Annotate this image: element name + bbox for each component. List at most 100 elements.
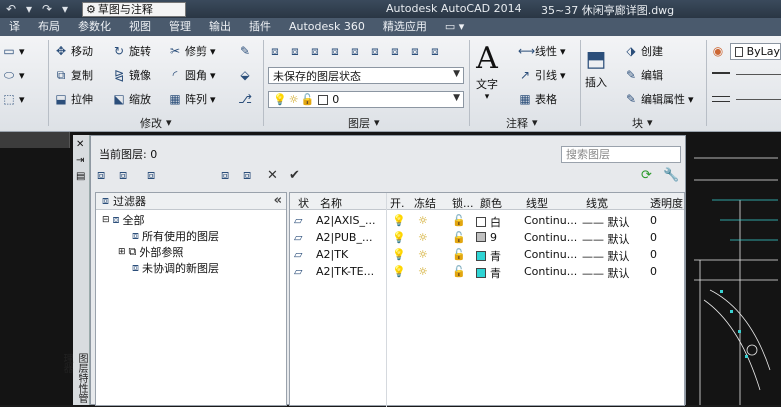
layer-linetype[interactable]: Continu... <box>524 248 577 261</box>
layer-lineweight[interactable]: —— 默认 <box>582 265 630 281</box>
leader-button[interactable]: ↗ 引线 ▾ <box>518 66 566 84</box>
edit-attributes-button[interactable]: ✎ 编辑属性 ▾ <box>624 90 694 108</box>
current-layer-dropdown[interactable]: 💡 ☼ 🔓 0 ▼ <box>268 91 464 108</box>
layer-lineweight[interactable]: —— 默认 <box>582 214 630 230</box>
new-property-filter-icon[interactable]: ⧈ <box>97 168 105 183</box>
layer-group-label[interactable]: 图层 ▾ <box>348 115 380 130</box>
tree-node-all[interactable]: ⊟ ⧈ 全部 <box>102 212 145 227</box>
move-button[interactable]: ✥ 移动 <box>54 42 93 60</box>
sun-icon[interactable]: ☼ <box>418 214 428 227</box>
layer-walk-icon[interactable]: ⧈ <box>428 44 442 59</box>
match-properties-icon[interactable]: ◉ <box>711 42 725 60</box>
refresh-icon[interactable]: ⟳ <box>641 168 652 183</box>
col-freeze[interactable]: 冻结 <box>414 195 436 211</box>
ellipse-icon[interactable]: ⬭ ▾ <box>2 66 25 84</box>
tab-layout[interactable]: 布局 <box>29 18 69 36</box>
tab-view[interactable]: 视图 <box>120 18 160 36</box>
layer-manager-title-strip[interactable]: ✕ ⇥ ▤ 图层特性管理器 <box>61 135 90 405</box>
layer-transparency[interactable]: 0 <box>650 265 657 278</box>
layer-lineweight[interactable]: —— 默认 <box>582 248 630 264</box>
undo-icon[interactable]: ↶ <box>4 2 18 16</box>
layer-transparency[interactable]: 0 <box>650 214 657 227</box>
layer-row[interactable]: ▱ A2|PUB_... 💡 ☼ 🔓 9 Continu... —— 默认 0 <box>290 229 684 246</box>
col-color[interactable]: 颜色 <box>480 195 502 211</box>
rotate-button[interactable]: ↻ 旋转 <box>112 42 151 60</box>
layer-states-manager-icon[interactable]: ⧈ <box>147 168 155 183</box>
tree-node-xref[interactable]: ⊞ ⧉ 外部参照 <box>118 244 183 259</box>
modify-group-label[interactable]: 修改 ▾ <box>140 115 172 130</box>
layer-properties-icon[interactable]: ⧈ <box>268 44 282 59</box>
col-name[interactable]: 名称 <box>320 195 342 211</box>
layer-transparency[interactable]: 0 <box>650 248 657 261</box>
new-layer-vp-frozen-icon[interactable]: ⧈ <box>243 168 251 183</box>
layer-lineweight[interactable]: —— 默认 <box>582 231 630 247</box>
layer-color[interactable]: 白 <box>476 214 501 230</box>
layer-row[interactable]: ▱ A2|TK 💡 ☼ 🔓 青 Continu... —— 默认 0 <box>290 246 684 263</box>
col-on[interactable]: 开. <box>390 195 405 211</box>
layer-color[interactable]: 青 <box>476 248 501 264</box>
lock-icon[interactable]: 🔓 <box>452 248 466 261</box>
layer-color[interactable]: 9 <box>476 231 497 244</box>
layer-previous-icon[interactable]: ⧈ <box>408 44 422 59</box>
layer-state-icon[interactable]: ⧈ <box>288 44 302 59</box>
rectangle-select-icon[interactable]: ⬚ ▾ <box>2 90 24 108</box>
workspace-selector[interactable]: ⚙ 草图与注释 <box>82 1 186 17</box>
offset-icon[interactable]: ⎇ <box>238 90 252 108</box>
auto-hide-icon[interactable]: ⇥ <box>76 155 84 166</box>
layer-state-dropdown[interactable]: 未保存的图层状态 ▼ <box>268 67 464 84</box>
layer-lock-icon[interactable]: ⧈ <box>368 44 382 59</box>
linetype-icon[interactable] <box>712 96 730 102</box>
array-button[interactable]: ▦ 阵列 ▾ <box>168 90 215 108</box>
close-icon[interactable]: ✕ <box>76 139 84 150</box>
delete-layer-icon[interactable]: ✕ <box>267 168 278 183</box>
lock-icon[interactable]: 🔓 <box>452 214 466 227</box>
lock-icon[interactable]: 🔓 <box>452 265 466 278</box>
bulb-icon[interactable]: 💡 <box>392 265 406 278</box>
lineweight-icon[interactable] <box>712 72 730 74</box>
scale-button[interactable]: ⬕ 缩放 <box>112 90 151 108</box>
tree-node-used-layers[interactable]: ⧈ 所有使用的图层 <box>132 228 219 243</box>
explode-icon[interactable]: ⬙ <box>238 66 252 84</box>
new-layer-icon[interactable]: ⧈ <box>221 168 229 183</box>
collapse-icon[interactable]: « <box>274 193 282 208</box>
sun-icon[interactable]: ☼ <box>418 248 428 261</box>
settings-wrench-icon[interactable]: 🔧 <box>663 168 679 183</box>
tab-minimize[interactable]: ▭ ▾ <box>436 18 473 36</box>
copy-button[interactable]: ⧉ 复制 <box>54 66 93 84</box>
trim-button[interactable]: ✂ 修剪 ▾ <box>168 42 216 60</box>
col-lineweight[interactable]: 线宽 <box>586 195 608 211</box>
draw-tool-1-icon[interactable]: ▭ ▾ <box>2 42 24 60</box>
col-linetype[interactable]: 线型 <box>526 195 548 211</box>
redo-dropdown-icon[interactable]: ▾ <box>58 2 72 16</box>
create-block-button[interactable]: ⬗ 创建 <box>624 42 663 60</box>
layer-match-icon[interactable]: ⧈ <box>388 44 402 59</box>
tree-node-unreconciled[interactable]: ⧈ 未协调的新图层 <box>132 260 219 275</box>
tab-parametric[interactable]: 参数化 <box>69 18 120 36</box>
text-button[interactable]: A 文字 ▾ <box>476 42 498 103</box>
block-group-label[interactable]: 块 ▾ <box>632 115 653 130</box>
fillet-button[interactable]: ◜ 圆角 ▾ <box>168 66 216 84</box>
table-button[interactable]: ▦ 表格 <box>518 90 557 108</box>
col-lock[interactable]: 锁... <box>452 195 474 211</box>
layer-off-icon[interactable]: ⧈ <box>328 44 342 59</box>
sun-icon[interactable]: ☼ <box>418 265 428 278</box>
tab-autodesk-360[interactable]: Autodesk 360 <box>280 18 374 36</box>
stretch-button[interactable]: ⬓ 拉伸 <box>54 90 93 108</box>
tab-featured-apps[interactable]: 精选应用 <box>374 18 436 36</box>
layer-color[interactable]: 青 <box>476 265 501 281</box>
document-tab[interactable] <box>0 132 70 148</box>
tab-plugins[interactable]: 插件 <box>240 18 280 36</box>
layer-freeze-icon[interactable]: ⧈ <box>348 44 362 59</box>
linear-dimension-button[interactable]: ⟷ 线性 ▾ <box>518 42 566 60</box>
set-current-icon[interactable]: ✔ <box>289 168 300 183</box>
bulb-icon[interactable]: 💡 <box>392 248 406 261</box>
sun-icon[interactable]: ☼ <box>418 231 428 244</box>
erase-icon[interactable]: ✎ <box>238 42 252 60</box>
layer-row[interactable]: ▱ A2|AXIS_... 💡 ☼ 🔓 白 Continu... —— 默认 0 <box>290 212 684 229</box>
edit-block-button[interactable]: ✎ 编辑 <box>624 66 663 84</box>
lock-icon[interactable]: 🔓 <box>452 231 466 244</box>
new-group-filter-icon[interactable]: ⧈ <box>119 168 127 183</box>
insert-block-button[interactable]: ⬒ 插入 <box>585 46 607 90</box>
col-transparency[interactable]: 透明度 <box>650 195 683 211</box>
layer-linetype[interactable]: Continu... <box>524 265 577 278</box>
